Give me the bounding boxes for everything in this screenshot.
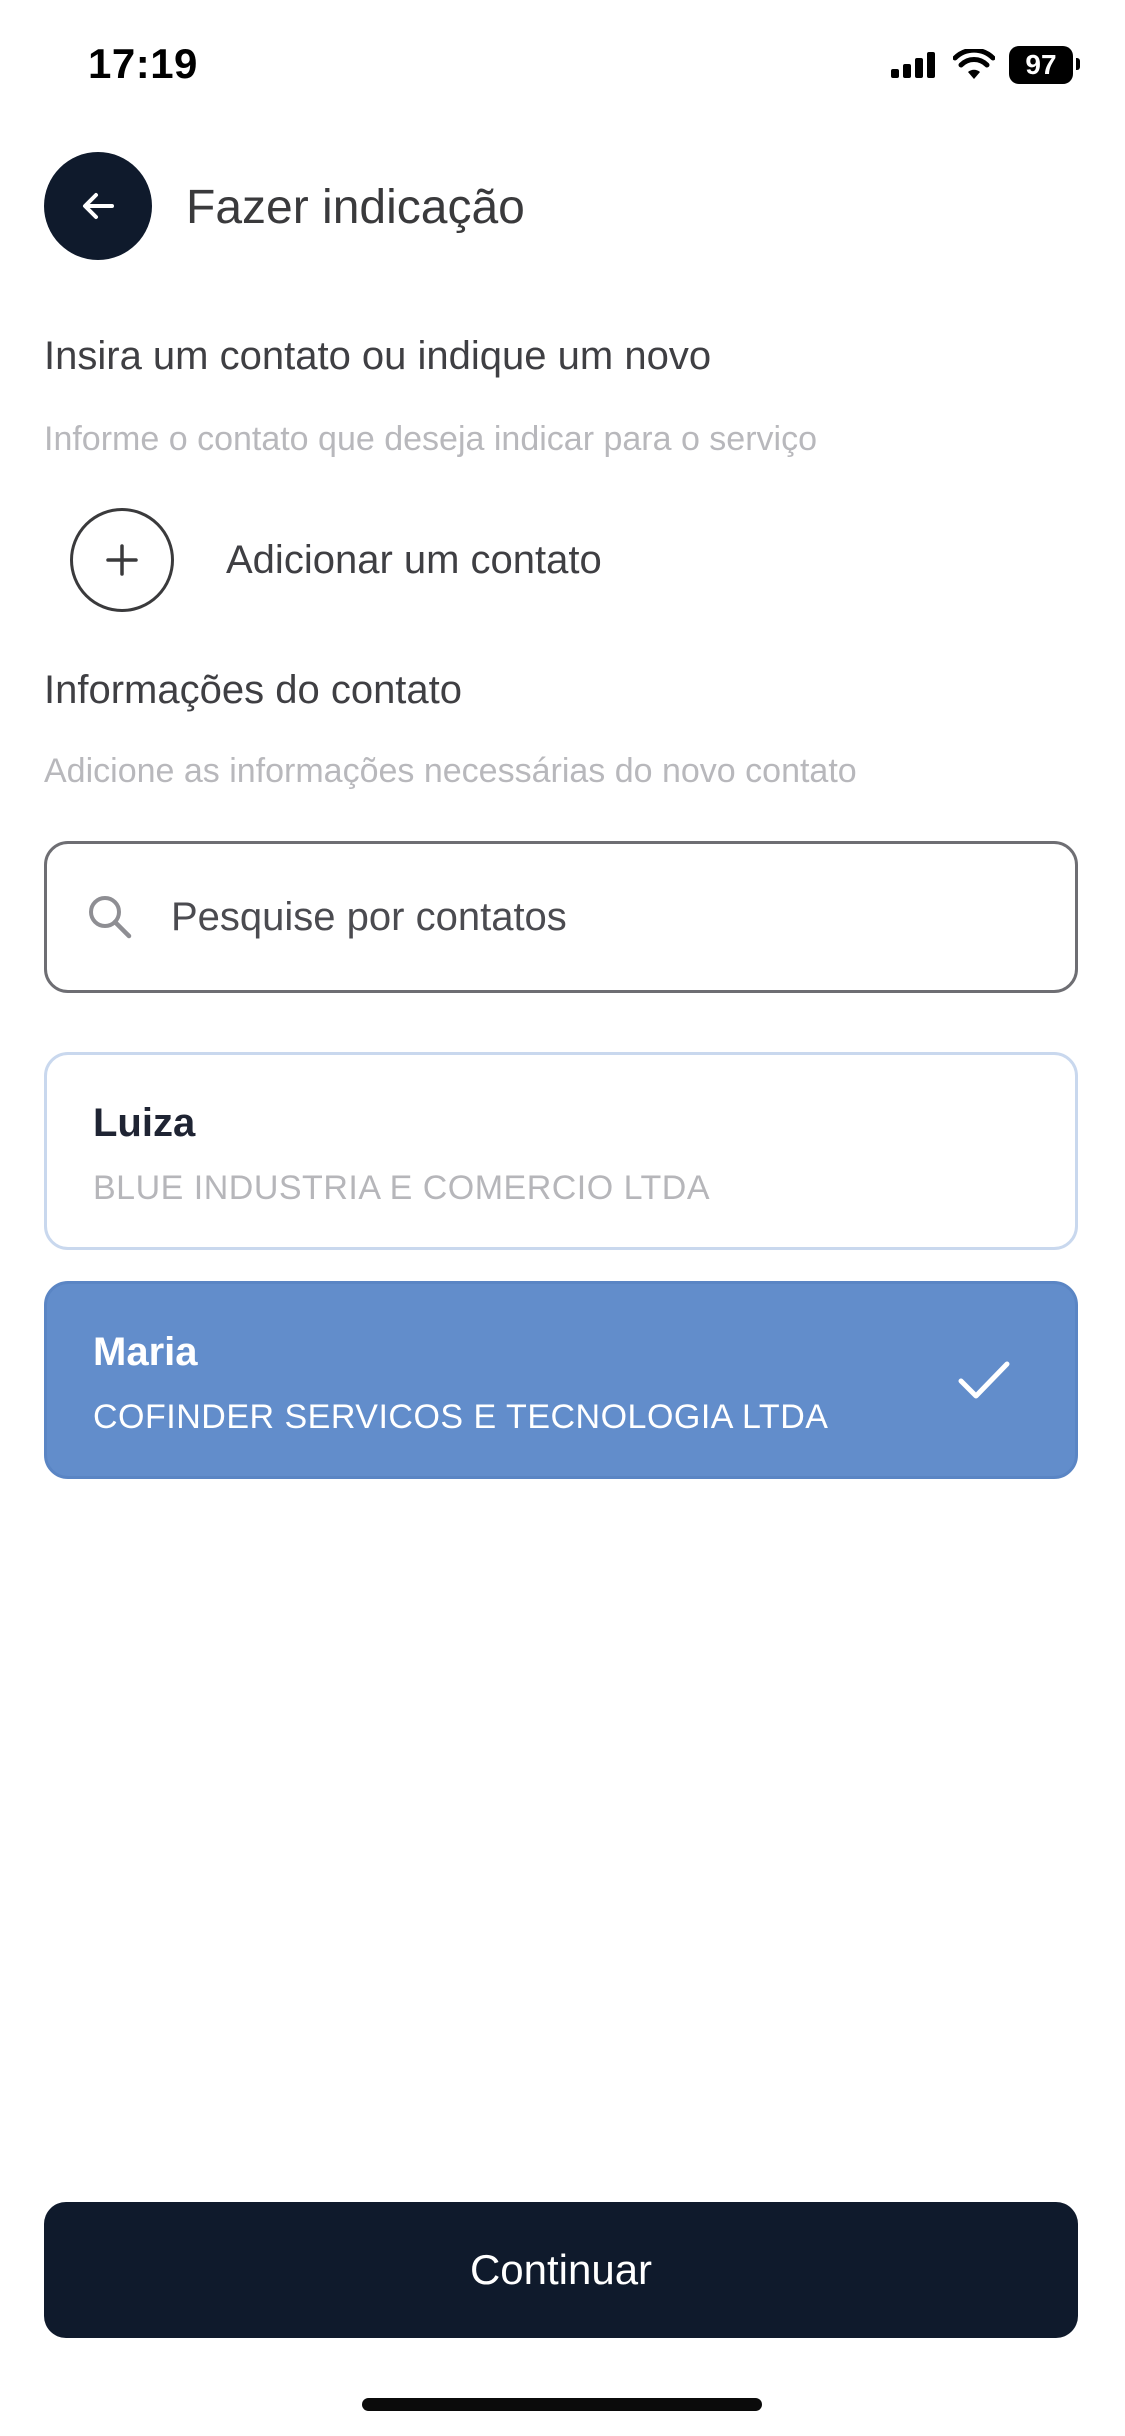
insert-section-title: Insira um contato ou indique um novo [44, 334, 712, 378]
add-contact-button[interactable]: Adicionar um contato [70, 508, 602, 612]
contact-card-luiza[interactable]: Luiza BLUE INDUSTRIA E COMERCIO LTDA [44, 1052, 1078, 1250]
wifi-icon [953, 49, 995, 79]
home-indicator[interactable] [362, 2398, 762, 2411]
contact-company: BLUE INDUSTRIA E COMERCIO LTDA [93, 1169, 711, 1207]
arrow-left-icon [83, 193, 114, 219]
continue-button[interactable]: Continuar [44, 2202, 1078, 2338]
info-section-title: Informações do contato [44, 668, 463, 712]
add-contact-circle[interactable] [70, 508, 174, 612]
back-button[interactable] [44, 152, 152, 260]
plus-icon [106, 544, 138, 576]
contact-name: Luiza [93, 1101, 196, 1145]
search-icon [89, 896, 132, 939]
contact-company: COFINDER SERVICOS E TECNOLOGIA LTDA [93, 1398, 829, 1436]
search-input[interactable] [169, 893, 993, 941]
contact-name: Maria [93, 1330, 198, 1374]
status-time: 17:19 [88, 40, 198, 87]
check-icon [958, 1361, 1010, 1399]
insert-section-subtitle: Informe o contato que deseja indicar par… [44, 420, 818, 458]
battery-indicator: 97 [1009, 46, 1080, 84]
cellular-signal-icon [891, 52, 935, 78]
contact-card-maria[interactable]: Maria COFINDER SERVICOS E TECNOLOGIA LTD… [44, 1281, 1078, 1479]
page-title: Fazer indicação [186, 181, 525, 234]
add-contact-label: Adicionar um contato [226, 537, 602, 582]
search-field[interactable] [44, 841, 1078, 993]
status-icons: 97 [891, 46, 1080, 84]
info-section-subtitle: Adicione as informações necessárias do n… [44, 752, 857, 790]
